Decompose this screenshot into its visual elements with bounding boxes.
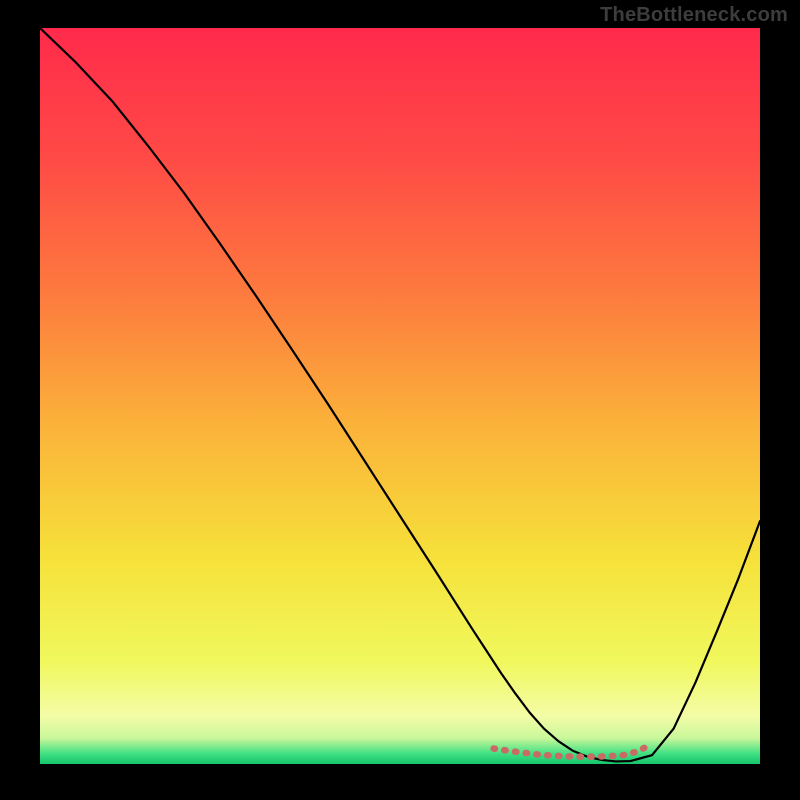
gradient-background (40, 28, 760, 764)
chart-stage: TheBottleneck.com (0, 0, 800, 800)
plot-area (40, 28, 760, 764)
watermark-text: TheBottleneck.com (600, 4, 788, 27)
plot-svg (40, 28, 760, 764)
